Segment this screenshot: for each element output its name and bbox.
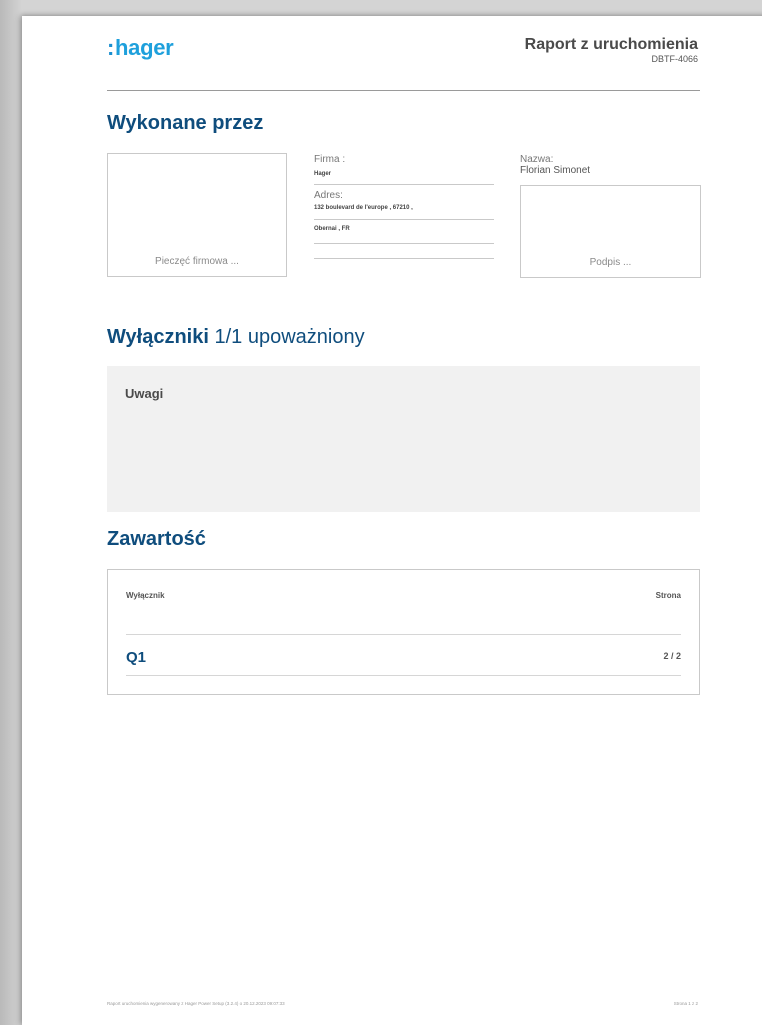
footer-page-number: Strona 1 z 2 — [673, 1001, 698, 1006]
company-label: Firma : — [314, 154, 346, 165]
address-divider-1 — [314, 219, 494, 220]
address-label: Adres: — [314, 190, 343, 201]
report-header: Raport z uruchomienia DBTF-4066 — [525, 36, 698, 65]
contents-row-breaker[interactable]: Q1 — [126, 649, 146, 666]
signer-name-value: Florian Simonet — [520, 165, 591, 176]
hager-logo: :hager — [107, 35, 174, 61]
report-page: :hager Raport z uruchomienia DBTF-4066 W… — [22, 16, 762, 1025]
company-stamp-box: Pieczęć firmowa ... — [107, 153, 287, 277]
footer-generated-note: Raport uruchomienia wygenerowany z Hager… — [107, 1001, 285, 1006]
contents-col-breaker: Wyłącznik — [126, 591, 165, 600]
address-divider-3 — [314, 258, 494, 259]
address-divider-2 — [314, 243, 494, 244]
company-divider — [314, 184, 494, 185]
notes-box: Uwagi — [107, 366, 700, 512]
contents-title: Zawartość — [107, 528, 206, 550]
header-divider — [107, 90, 700, 91]
logo-dots: : — [107, 35, 115, 60]
address-line-2: Obernai , FR — [314, 226, 350, 232]
report-title: Raport z uruchomienia — [524, 36, 698, 53]
company-info: Firma : Hager Adres: 132 boulevard de l'… — [314, 154, 494, 264]
performed-by-title: Wykonane przez — [107, 112, 264, 134]
contents-header-divider — [126, 634, 681, 635]
breakers-authorized-count: 1/1 upoważniony — [214, 326, 365, 348]
contents-row-page: 2 / 2 — [663, 651, 681, 661]
company-value: Hager — [314, 171, 332, 177]
signer-name-label: Nazwa: — [520, 154, 554, 165]
notes-title: Uwagi — [125, 386, 164, 401]
signature-label: Podpis ... — [589, 257, 632, 268]
company-stamp-label: Pieczęć firmowa ... — [155, 256, 239, 267]
signer-info: Nazwa: Florian Simonet — [520, 154, 700, 176]
breakers-title-bold: Wyłączniki — [107, 326, 209, 348]
contents-table: Wyłącznik Strona Q1 2 / 2 — [107, 569, 700, 695]
report-code: DBTF-4066 — [651, 54, 698, 64]
logo-text: hager — [115, 35, 174, 60]
signature-box: Podpis ... — [520, 185, 701, 278]
breakers-title: Wyłączniki 1/1 upoważniony — [107, 326, 365, 349]
contents-col-page: Strona — [655, 591, 681, 600]
address-line-1: 132 boulevard de l'europe , 67210 , — [314, 205, 413, 211]
contents-row-divider — [126, 675, 681, 676]
